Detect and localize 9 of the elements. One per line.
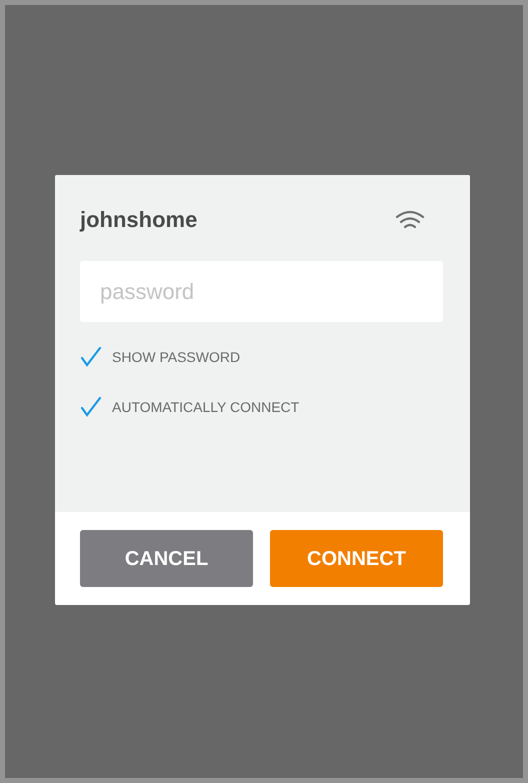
password-field[interactable]: password <box>80 261 443 322</box>
checkbox[interactable] <box>80 346 102 368</box>
option-label: SHOW PASSWORD <box>112 348 240 366</box>
cancel-button[interactable]: CANCEL <box>80 530 253 587</box>
network-name: johnshome <box>80 206 198 234</box>
option-label: AUTOMATICALLY CONNECT <box>112 398 300 416</box>
wifi-icon <box>395 209 425 231</box>
connect-button[interactable]: CONNECT <box>270 530 443 587</box>
checkbox[interactable] <box>80 396 102 418</box>
